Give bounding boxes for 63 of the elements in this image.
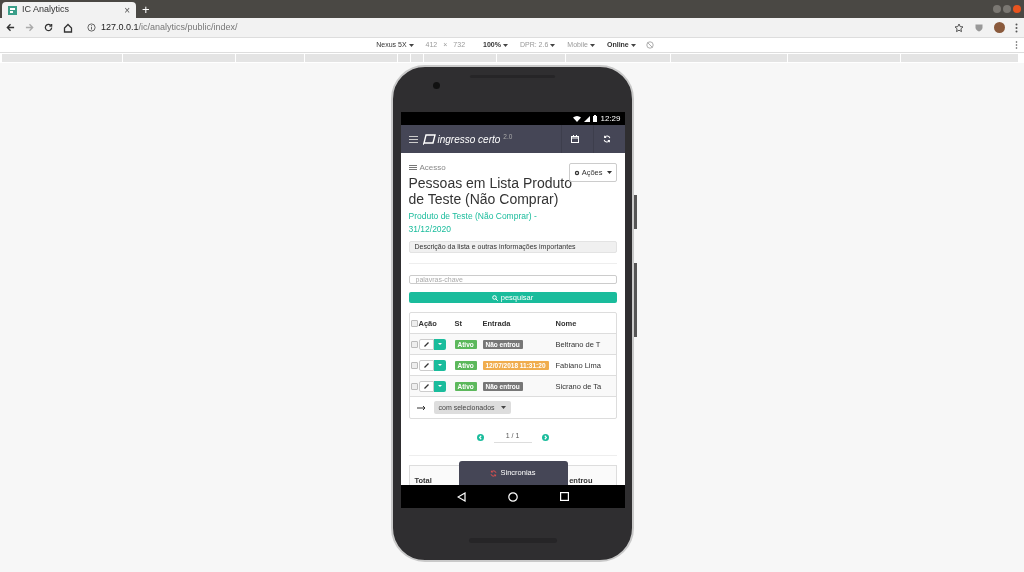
- maximize-button[interactable]: [1003, 5, 1011, 13]
- avatar[interactable]: [994, 22, 1005, 33]
- refresh-icon: [603, 135, 611, 143]
- page-subtitle: Produto de Teste (Não Comprar) - 31/12/2020: [408, 210, 538, 236]
- rotate-icon[interactable]: [645, 41, 654, 49]
- menu-icon[interactable]: [408, 135, 418, 143]
- edit-button[interactable]: [418, 380, 434, 392]
- refresh-icon: [490, 469, 498, 477]
- caret-icon: [500, 406, 506, 410]
- pencil-icon: [423, 362, 429, 368]
- status-time: 12:29: [600, 112, 621, 125]
- checkbox[interactable]: [410, 340, 418, 348]
- signal-icon: [584, 115, 591, 122]
- checkbox[interactable]: [410, 319, 418, 327]
- recent-apps-icon[interactable]: [559, 492, 569, 501]
- browser-tab[interactable]: IC Analytics ×: [2, 2, 136, 18]
- pencil-icon: [423, 341, 429, 347]
- caret-icon: [408, 43, 414, 47]
- battery-icon: [593, 115, 598, 122]
- forward-icon[interactable]: [25, 23, 34, 32]
- checkbox[interactable]: [410, 361, 418, 369]
- caret-icon: [630, 43, 636, 47]
- tab-close-button[interactable]: ×: [124, 2, 130, 18]
- checkbox[interactable]: [410, 382, 418, 390]
- more-icon[interactable]: [1015, 41, 1018, 49]
- wifi-icon: [573, 115, 582, 122]
- caret-icon: [437, 385, 442, 388]
- next-page-icon[interactable]: [541, 433, 549, 441]
- arrow-right-icon: [417, 405, 426, 410]
- camera-icon: [433, 82, 440, 89]
- previous-page-icon[interactable]: [476, 433, 484, 441]
- back-icon[interactable]: [6, 23, 15, 32]
- shield-icon[interactable]: [974, 22, 984, 33]
- info-icon[interactable]: [87, 23, 96, 32]
- edit-button[interactable]: [418, 338, 434, 350]
- settings-icon: [573, 169, 580, 176]
- caret-icon: [606, 171, 612, 174]
- reload-icon[interactable]: [44, 23, 53, 32]
- calendar-icon: [571, 135, 579, 143]
- caret-icon: [550, 43, 556, 47]
- home-icon[interactable]: [63, 22, 73, 33]
- caret-icon: [437, 364, 442, 367]
- edit-button[interactable]: [418, 359, 434, 371]
- dropdown-button[interactable]: [433, 359, 446, 371]
- menu-icon[interactable]: [1015, 22, 1018, 33]
- close-button[interactable]: [1013, 5, 1021, 13]
- brand-name: ingresso certo: [437, 132, 501, 147]
- list-icon: [408, 165, 417, 171]
- url-text: 127.0.0.1/ic/analytics/public/index/: [101, 20, 238, 34]
- favicon-icon: [8, 5, 17, 15]
- caret-icon: [437, 343, 442, 346]
- search-icon: [491, 294, 498, 301]
- caret-icon: [502, 43, 508, 47]
- minimize-button[interactable]: [993, 5, 1001, 13]
- star-icon[interactable]: [954, 22, 964, 33]
- caret-icon: [590, 43, 595, 47]
- dropdown-button[interactable]: [433, 380, 446, 392]
- pencil-icon: [423, 383, 429, 389]
- new-tab-button[interactable]: +: [142, 2, 150, 18]
- logo-icon: [422, 133, 436, 145]
- section-label: Acesso: [419, 162, 446, 174]
- dropdown-button[interactable]: [433, 338, 446, 350]
- tab-title: IC Analytics: [22, 3, 71, 17]
